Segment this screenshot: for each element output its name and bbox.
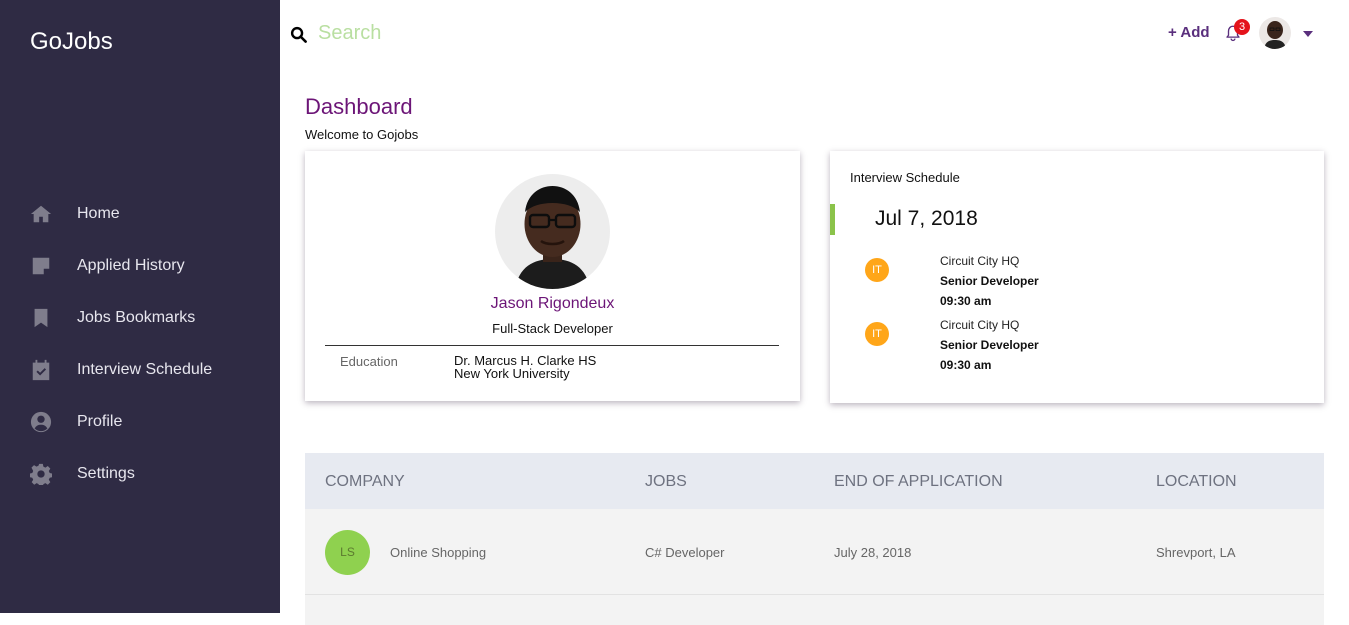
column-header-jobs[interactable]: JOBS bbox=[645, 473, 687, 491]
sidebar-item-label: Jobs Bookmarks bbox=[77, 309, 196, 326]
column-header-company[interactable]: COMPANY bbox=[325, 473, 405, 491]
sidebar-item-label: Interview Schedule bbox=[77, 361, 213, 378]
page-subtitle: Welcome to Gojobs bbox=[305, 127, 419, 142]
interview-date: Jul 7, 2018 bbox=[875, 207, 978, 230]
education-item: New York University bbox=[454, 366, 570, 381]
sidebar: GoJobs Home Applied History Jobs Bookmar… bbox=[0, 0, 280, 613]
category-badge: IT bbox=[865, 322, 889, 346]
jobs-table: COMPANY JOBS END OF APPLICATION LOCATION… bbox=[305, 453, 1324, 625]
profile-role: Full-Stack Developer bbox=[492, 321, 613, 336]
chevron-down-icon[interactable] bbox=[1303, 31, 1313, 37]
category-badge: IT bbox=[865, 258, 889, 282]
education-label: Education bbox=[340, 354, 398, 369]
home-icon bbox=[30, 203, 52, 225]
sidebar-item-jobs-bookmarks[interactable]: Jobs Bookmarks bbox=[0, 292, 280, 344]
interview-time: 09:30 am bbox=[940, 358, 992, 372]
column-header-location[interactable]: LOCATION bbox=[1156, 473, 1237, 491]
gear-icon bbox=[30, 463, 52, 485]
sidebar-item-interview-schedule[interactable]: Interview Schedule bbox=[0, 344, 280, 396]
sidebar-item-label: Home bbox=[77, 205, 120, 222]
education-list: Dr. Marcus H. Clarke HS New York Univers… bbox=[454, 354, 596, 380]
column-header-end-of-application[interactable]: END OF APPLICATION bbox=[834, 473, 1003, 491]
sidebar-item-label: Profile bbox=[77, 413, 123, 430]
avatar[interactable] bbox=[1259, 17, 1291, 49]
table-row[interactable] bbox=[305, 595, 1324, 625]
table-row[interactable]: LS Online Shopping C# Developer July 28,… bbox=[305, 509, 1324, 595]
sidebar-nav: Home Applied History Jobs Bookmarks Inte… bbox=[0, 188, 280, 500]
company-logo: LS bbox=[325, 530, 370, 575]
note-icon bbox=[30, 255, 52, 277]
interview-company: Circuit City HQ bbox=[940, 254, 1020, 268]
sidebar-item-label: Settings bbox=[77, 465, 135, 482]
top-bar: + Add 3 bbox=[280, 0, 1349, 68]
sidebar-item-home[interactable]: Home bbox=[0, 188, 280, 240]
interview-entry[interactable]: IT Circuit City HQ Senior Developer 09:3… bbox=[865, 254, 1305, 314]
bookmark-icon bbox=[30, 307, 52, 329]
page-title: Dashboard bbox=[305, 94, 413, 119]
sidebar-item-applied-history[interactable]: Applied History bbox=[0, 240, 280, 292]
table-header: COMPANY JOBS END OF APPLICATION LOCATION bbox=[305, 453, 1324, 509]
date-accent-bar bbox=[830, 204, 835, 235]
cell-company: Online Shopping bbox=[390, 545, 487, 560]
cell-end-date: July 28, 2018 bbox=[834, 545, 912, 560]
profile-card: Jason Rigondeux Full-Stack Developer Edu… bbox=[305, 151, 800, 401]
notification-badge: 3 bbox=[1234, 19, 1250, 35]
cell-job: C# Developer bbox=[645, 545, 725, 560]
interview-schedule-card: Interview Schedule Jul 7, 2018 IT Circui… bbox=[830, 151, 1324, 403]
account-icon bbox=[30, 411, 52, 433]
interview-position: Senior Developer bbox=[940, 338, 1039, 352]
search-icon[interactable] bbox=[290, 26, 307, 43]
interview-time: 09:30 am bbox=[940, 294, 992, 308]
interview-entry[interactable]: IT Circuit City HQ Senior Developer 09:3… bbox=[865, 318, 1305, 378]
cell-location: Shrevport, LA bbox=[1156, 545, 1236, 560]
brand-logo[interactable]: GoJobs bbox=[30, 28, 113, 56]
card-title: Interview Schedule bbox=[850, 170, 960, 185]
interview-company: Circuit City HQ bbox=[940, 318, 1020, 332]
divider bbox=[325, 345, 779, 346]
sidebar-item-label: Applied History bbox=[77, 257, 185, 274]
profile-name: Jason Rigondeux bbox=[490, 295, 615, 312]
calendar-check-icon bbox=[30, 359, 52, 381]
sidebar-item-settings[interactable]: Settings bbox=[0, 448, 280, 500]
interview-position: Senior Developer bbox=[940, 274, 1039, 288]
add-button[interactable]: + Add bbox=[1168, 24, 1210, 41]
sidebar-item-profile[interactable]: Profile bbox=[0, 396, 280, 448]
search-input[interactable] bbox=[318, 18, 618, 48]
profile-avatar bbox=[495, 174, 610, 289]
